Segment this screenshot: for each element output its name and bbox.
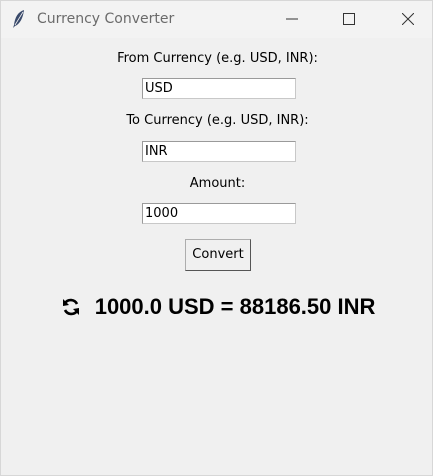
feather-icon [11,9,27,29]
to-currency-label: To Currency (e.g. USD, INR): [126,113,309,128]
window-title: Currency Converter [37,11,175,27]
to-currency-input[interactable]: INR [142,141,296,162]
minimize-button[interactable] [269,1,315,38]
result-text: 1000.0 USD = 88186.50 INR [94,294,376,319]
result-line: 1000.0 USD = 88186.50 INR [1,294,433,320]
maximize-button[interactable] [326,1,372,38]
from-currency-input[interactable]: USD [142,78,296,99]
close-icon [402,13,414,25]
from-currency-label: From Currency (e.g. USD, INR): [117,51,318,66]
convert-button[interactable]: Convert [185,239,251,271]
minimize-icon [286,18,298,20]
refresh-icon [60,296,82,318]
amount-label: Amount: [189,176,246,191]
app-window: Currency Converter From Currency (e.g. U… [0,0,433,476]
maximize-icon [343,13,355,25]
close-button[interactable] [385,1,431,38]
amount-input[interactable]: 1000 [142,203,296,224]
title-bar[interactable]: Currency Converter [1,1,432,38]
